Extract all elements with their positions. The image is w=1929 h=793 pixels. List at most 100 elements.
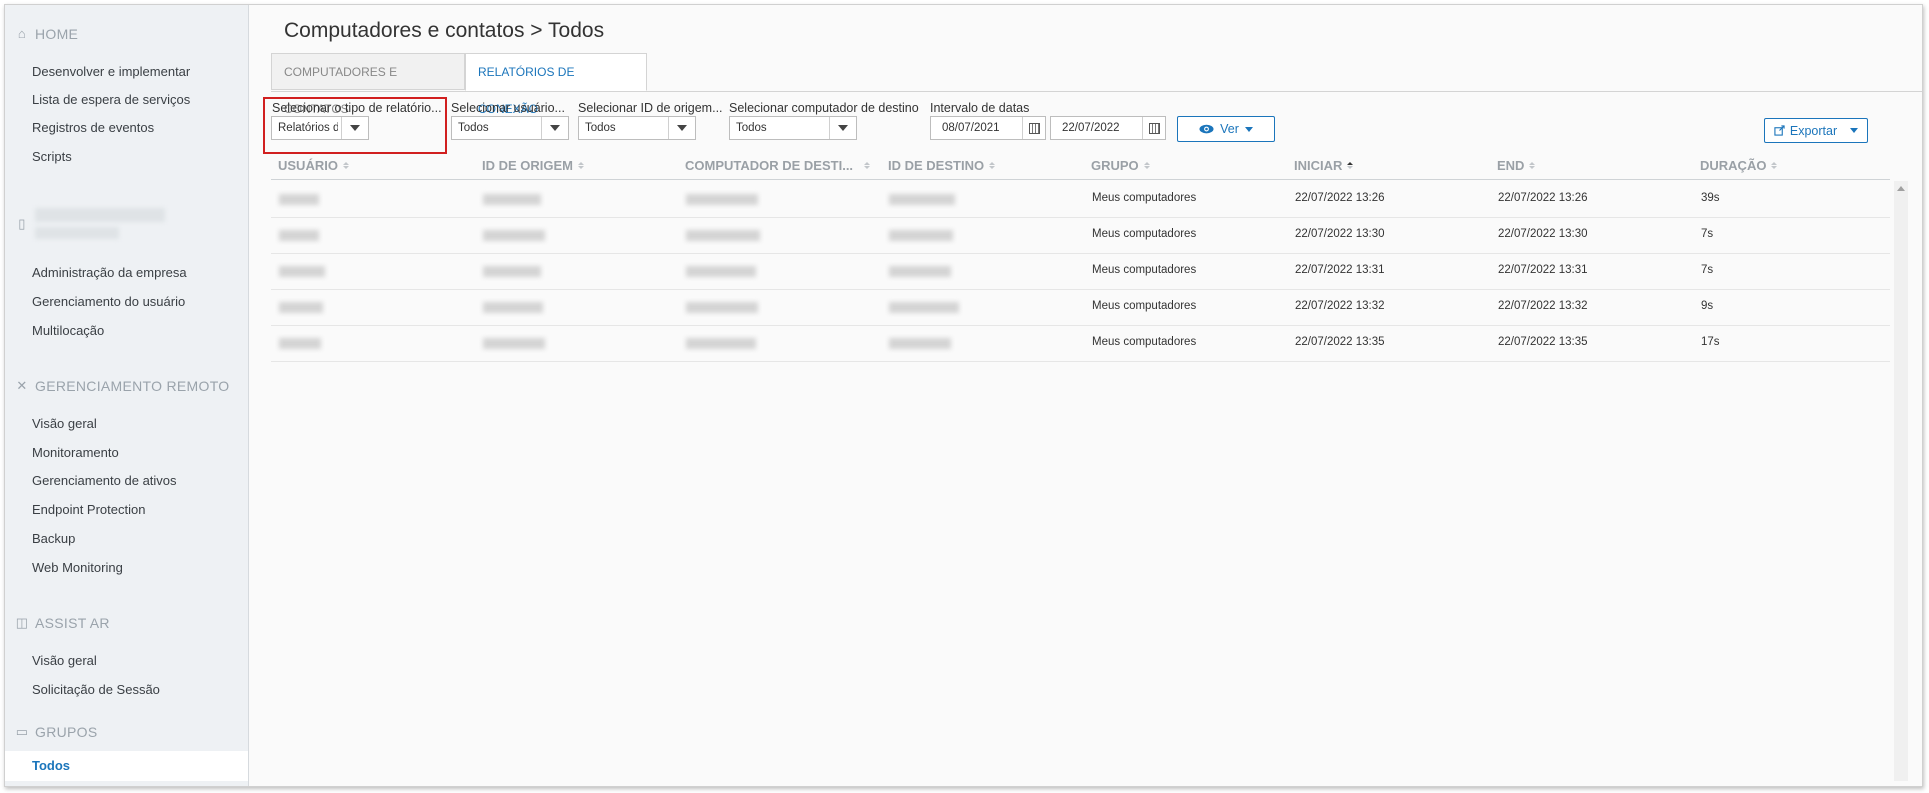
start-cell: 22/07/2022 13:35: [1295, 336, 1385, 348]
main-panel: Computadores e contatos > Todos COMPUTAD…: [249, 5, 1922, 786]
col-header-duracao[interactable]: DURAÇÃO: [1700, 158, 1778, 173]
sort-icon: [578, 162, 585, 169]
redacted-company-name-2: [35, 227, 119, 239]
col-header-computador-destino[interactable]: COMPUTADOR DE DESTI...: [685, 158, 871, 173]
sidebar-item-scripts[interactable]: Scripts: [32, 149, 72, 164]
sidebar-item-visao-geral[interactable]: Visão geral: [32, 416, 97, 431]
table-scrollbar[interactable]: [1894, 181, 1908, 781]
sidebar-item-admin-empresa[interactable]: Administração da empresa: [32, 265, 187, 280]
group-cell: Meus computadores: [1092, 336, 1197, 348]
table-row[interactable]: Meus computadores 22/07/2022 13:26 22/07…: [271, 181, 1890, 218]
table-row[interactable]: Meus computadores 22/07/2022 13:35 22/07…: [271, 325, 1890, 362]
sort-icon: [1529, 162, 1536, 169]
tab-relatorios-conexao[interactable]: RELATÓRIOS DE CONEXÃO: [465, 53, 647, 116]
col-header-grupo[interactable]: GRUPO: [1091, 158, 1150, 173]
calendar-icon[interactable]: [1142, 117, 1165, 139]
sort-icon: [864, 162, 871, 169]
sidebar-item-web-monitoring[interactable]: Web Monitoring: [32, 560, 123, 575]
sidebar-section-home[interactable]: ⌂ HOME: [15, 26, 78, 42]
origin-select[interactable]: Todos: [578, 116, 696, 140]
duration-cell: 17s: [1701, 336, 1720, 348]
end-cell: 22/07/2022 13:32: [1498, 300, 1588, 312]
sidebar-item-lista-espera[interactable]: Lista de espera de serviços: [32, 92, 190, 107]
sidebar-item-assist-visao-geral[interactable]: Visão geral: [32, 653, 97, 668]
col-header-end[interactable]: END: [1497, 158, 1536, 173]
sidebar-section-company[interactable]: ▯: [15, 217, 29, 231]
user-select[interactable]: Todos: [451, 116, 569, 140]
view-button[interactable]: Ver: [1177, 116, 1275, 142]
end-cell: 22/07/2022 13:31: [1498, 264, 1588, 276]
group-cell: Meus computadores: [1092, 192, 1197, 204]
col-header-iniciar[interactable]: INICIAR: [1294, 158, 1354, 173]
page-title: Computadores e contatos > Todos: [284, 19, 605, 42]
start-cell: 22/07/2022 13:26: [1295, 192, 1385, 204]
redacted-company-name: [35, 208, 165, 222]
view-button-label: Ver: [1220, 122, 1239, 136]
redacted-origin-id: [483, 230, 545, 241]
redacted-user: [279, 194, 319, 205]
sidebar-item-registros[interactable]: Registros de eventos: [32, 120, 154, 135]
calendar-icon[interactable]: [1022, 117, 1045, 139]
sidebar-item-multilocacao[interactable]: Multilocação: [32, 323, 104, 338]
sidebar-section-label: ASSIST AR: [35, 615, 110, 631]
folder-icon: ▭: [15, 724, 29, 739]
export-button[interactable]: Exportar: [1764, 118, 1868, 143]
date-to-value: 22/07/2022: [1062, 122, 1120, 134]
sidebar-section-groups[interactable]: ▭ GRUPOS: [15, 724, 97, 740]
user-value: Todos: [458, 122, 489, 134]
redacted-origin-id: [483, 194, 541, 205]
date-to-input[interactable]: 22/07/2022: [1050, 116, 1166, 140]
redacted-dest-computer: [686, 230, 760, 241]
sidebar-item-monitoramento[interactable]: Monitoramento: [32, 445, 119, 460]
col-header-label: END: [1497, 158, 1525, 173]
group-cell: Meus computadores: [1092, 228, 1197, 240]
building-icon: ▯: [18, 216, 26, 231]
col-header-label: ID DE DESTINO: [888, 158, 985, 173]
chevron-down-icon: [668, 117, 695, 139]
redacted-origin-id: [483, 338, 545, 349]
col-header-usuario[interactable]: USUÁRIO: [278, 158, 349, 173]
user-label: Selecionar usuário...: [451, 101, 565, 115]
sidebar-section-remote[interactable]: ✕ GERENCIAMENTO REMOTO: [15, 378, 230, 394]
sidebar-item-endpoint[interactable]: Endpoint Protection: [32, 502, 145, 517]
table-row[interactable]: Meus computadores 22/07/2022 13:32 22/07…: [271, 289, 1890, 326]
chevron-down-icon: [541, 117, 568, 139]
duration-cell: 9s: [1701, 300, 1714, 312]
sort-asc-icon: [1347, 162, 1354, 169]
redacted-dest-computer: [686, 302, 758, 313]
export-icon: [1774, 125, 1785, 136]
table-header-divider: [271, 179, 1890, 180]
start-cell: 22/07/2022 13:32: [1295, 300, 1385, 312]
col-header-id-origem[interactable]: ID DE ORIGEM: [482, 158, 585, 173]
sidebar-item-ativos[interactable]: Gerenciamento de ativos: [32, 473, 177, 488]
sidebar-item-solicitacao-sessao[interactable]: Solicitação de Sessão: [32, 682, 160, 697]
col-header-id-destino[interactable]: ID DE DESTINO: [888, 158, 996, 173]
export-button-label: Exportar: [1789, 123, 1838, 138]
redacted-dest-computer: [686, 338, 756, 349]
sidebar-section-assist[interactable]: ◫ ASSIST AR: [15, 615, 110, 631]
app-window: ⌂ HOME Desenvolver e implementar Lista d…: [4, 4, 1923, 787]
highlight-box: [263, 97, 447, 154]
col-header-label: ID DE ORIGEM: [482, 158, 574, 173]
dest-computer-select[interactable]: Todos: [729, 116, 857, 140]
sidebar-item-gerenciamento-usuario[interactable]: Gerenciamento do usuário: [32, 294, 185, 309]
table-row[interactable]: Meus computadores 22/07/2022 13:30 22/07…: [271, 217, 1890, 254]
redacted-user: [279, 266, 325, 277]
remote-arrows-icon: ✕: [16, 378, 28, 393]
duration-cell: 7s: [1701, 228, 1714, 240]
redacted-user: [279, 302, 323, 313]
table-row[interactable]: Meus computadores 22/07/2022 13:31 22/07…: [271, 253, 1890, 290]
sidebar-item-backup[interactable]: Backup: [32, 531, 75, 546]
tab-computadores-contatos[interactable]: COMPUTADORES E CONTATOS: [271, 53, 465, 116]
end-cell: 22/07/2022 13:26: [1498, 192, 1588, 204]
date-from-input[interactable]: 08/07/2021: [930, 116, 1046, 140]
sidebar-item-todos[interactable]: Todos: [5, 751, 248, 781]
end-cell: 22/07/2022 13:35: [1498, 336, 1588, 348]
end-cell: 22/07/2022 13:30: [1498, 228, 1588, 240]
col-header-label: INICIAR: [1294, 158, 1343, 173]
duration-cell: 39s: [1701, 192, 1720, 204]
redacted-user: [279, 230, 319, 241]
redacted-user: [279, 338, 321, 349]
assist-ar-icon: ◫: [15, 615, 29, 630]
sidebar-item-desenvolver[interactable]: Desenvolver e implementar: [32, 64, 190, 79]
